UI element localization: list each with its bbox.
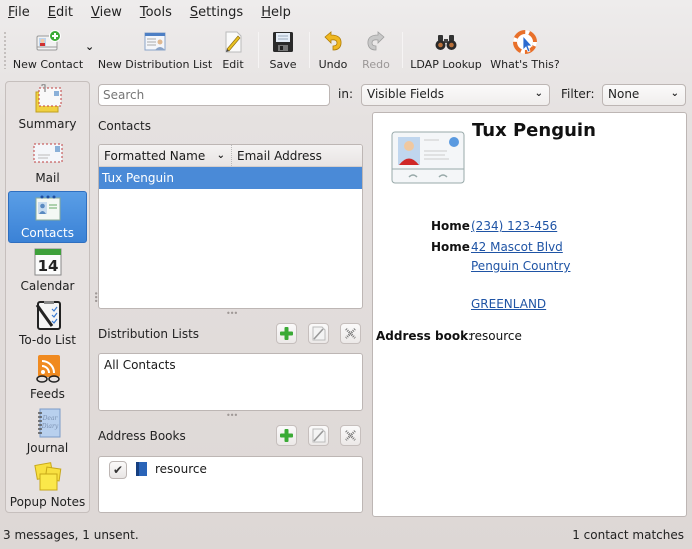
search-in-label: in: bbox=[338, 87, 353, 101]
filter-label: Filter: bbox=[561, 87, 595, 101]
add-distribution-list-button[interactable] bbox=[276, 323, 297, 344]
filter-select[interactable]: None ⌄ bbox=[602, 84, 686, 106]
edit-pencil-icon bbox=[312, 428, 326, 443]
save-floppy-icon bbox=[271, 30, 295, 54]
delete-address-book-button[interactable] bbox=[340, 425, 361, 446]
address-label: Home bbox=[431, 240, 470, 254]
redo-button[interactable]: Redo bbox=[359, 26, 393, 72]
distribution-lists-list: All Contacts bbox=[98, 353, 363, 411]
splitter-handle[interactable]: ••• bbox=[226, 309, 238, 318]
contact-row[interactable]: Tux Penguin bbox=[99, 167, 362, 189]
contacts-addressbook-icon bbox=[32, 193, 64, 223]
sidebar-item-feeds[interactable]: Feeds bbox=[8, 353, 87, 405]
sidebar-item-summary[interactable]: Summary bbox=[8, 83, 87, 135]
menu-bar: File Edit View Tools Settings Help bbox=[0, 0, 692, 24]
sidebar-item-mail[interactable]: Mail bbox=[8, 137, 87, 189]
edit-address-book-button[interactable] bbox=[308, 425, 329, 446]
toolbar-separator bbox=[258, 32, 259, 68]
sidebar-item-todo-list[interactable]: To-do List bbox=[8, 299, 87, 351]
status-message: 3 messages, 1 unsent. bbox=[3, 528, 139, 542]
undo-button[interactable]: Undo bbox=[316, 26, 350, 72]
distribution-list-item[interactable]: All Contacts bbox=[99, 354, 362, 376]
search-input[interactable] bbox=[98, 84, 330, 106]
new-contact-button[interactable]: New Contact bbox=[12, 26, 84, 72]
add-address-book-button[interactable] bbox=[276, 425, 297, 446]
search-field-select[interactable]: Visible Fields ⌄ bbox=[361, 84, 550, 106]
menu-tools[interactable]: Tools bbox=[140, 5, 172, 20]
svg-text:14: 14 bbox=[37, 257, 58, 275]
edit-button[interactable]: Edit bbox=[216, 26, 250, 72]
contacts-section-label: Contacts bbox=[98, 119, 151, 133]
distribution-lists-label: Distribution Lists bbox=[98, 327, 200, 341]
menu-file[interactable]: File bbox=[8, 5, 30, 20]
address-book-field-label: Address book: bbox=[376, 329, 473, 343]
ldap-lookup-button[interactable]: LDAP Lookup bbox=[410, 26, 482, 72]
whats-this-button[interactable]: What's This? bbox=[489, 26, 561, 72]
splitter-handle[interactable]: ••• bbox=[226, 411, 238, 420]
edit-distribution-list-button[interactable] bbox=[308, 323, 329, 344]
calendar-icon: 14 bbox=[32, 246, 64, 276]
contacts-list: Formatted Name ⌄ Email Address Tux Pengu… bbox=[98, 144, 363, 309]
toolbar-grip[interactable] bbox=[4, 31, 6, 69]
contacts-list-header: Formatted Name ⌄ Email Address bbox=[99, 145, 362, 167]
column-header-email-address[interactable]: Email Address bbox=[232, 145, 362, 166]
address-book-icon bbox=[135, 461, 148, 480]
delete-distribution-list-button[interactable] bbox=[340, 323, 361, 344]
address-books-list: ✔ resource bbox=[98, 456, 363, 513]
navigator-sidebar: Summary Mail Contacts 14 Calendar To-do … bbox=[5, 81, 90, 513]
phone-label: Home bbox=[431, 219, 470, 233]
undo-arrow-icon bbox=[321, 30, 345, 54]
sidebar-item-popup-notes[interactable]: Popup Notes bbox=[8, 461, 87, 513]
svg-text:Diary: Diary bbox=[40, 423, 58, 430]
chevron-down-icon: ⌄ bbox=[670, 88, 679, 99]
edit-pencil-icon bbox=[221, 30, 245, 54]
binoculars-icon bbox=[434, 30, 458, 54]
address-book-field-value: resource bbox=[470, 329, 522, 343]
feeds-rss-icon bbox=[32, 354, 64, 384]
mail-envelope-icon bbox=[32, 138, 64, 168]
new-distribution-list-icon bbox=[143, 30, 167, 54]
address-line-2-link[interactable]: Penguin Country bbox=[471, 259, 570, 273]
sidebar-item-contacts[interactable]: Contacts bbox=[8, 191, 87, 243]
contact-card-icon bbox=[391, 131, 465, 188]
new-contact-icon bbox=[36, 30, 61, 54]
toolbar-separator bbox=[402, 32, 403, 68]
menu-settings[interactable]: Settings bbox=[190, 5, 243, 20]
delete-x-icon bbox=[345, 328, 356, 339]
popup-notes-icon bbox=[32, 462, 64, 492]
plus-icon bbox=[280, 429, 293, 442]
new-contact-dropdown-chevron-icon[interactable]: ⌄ bbox=[85, 40, 94, 53]
save-button[interactable]: Save bbox=[266, 26, 300, 72]
contact-detail-pane: Tux Penguin Home (234) 123-456 Home 42 M… bbox=[372, 112, 687, 517]
menu-view[interactable]: View bbox=[91, 5, 122, 20]
edit-pencil-icon bbox=[312, 326, 326, 341]
toolbar-separator bbox=[309, 32, 310, 68]
menu-help[interactable]: Help bbox=[261, 5, 291, 20]
sidebar-item-calendar[interactable]: 14 Calendar bbox=[8, 245, 87, 297]
todo-clipboard-icon bbox=[32, 300, 64, 330]
sort-chevron-icon: ⌄ bbox=[216, 150, 225, 161]
main-toolbar: New Contact ⌄ New Distribution List Edit… bbox=[0, 26, 692, 74]
journal-diary-icon: Dear Diary bbox=[32, 408, 64, 438]
address-line-1-link[interactable]: 42 Mascot Blvd bbox=[471, 240, 563, 254]
address-book-checkbox[interactable]: ✔ bbox=[109, 461, 127, 479]
new-distribution-list-button[interactable]: New Distribution List bbox=[98, 26, 212, 72]
contact-match-count: 1 contact matches bbox=[572, 528, 684, 542]
delete-x-icon bbox=[345, 430, 356, 441]
svg-text:Dear: Dear bbox=[41, 415, 58, 422]
summary-icon bbox=[32, 83, 64, 114]
chevron-down-icon: ⌄ bbox=[534, 88, 543, 99]
vertical-splitter-handle[interactable]: ••• bbox=[91, 291, 100, 302]
address-books-label: Address Books bbox=[98, 429, 186, 443]
menu-edit[interactable]: Edit bbox=[48, 5, 73, 20]
whats-this-help-icon bbox=[513, 30, 537, 54]
contact-name-heading: Tux Penguin bbox=[472, 120, 596, 141]
address-country-link[interactable]: GREENLAND bbox=[471, 297, 546, 311]
sidebar-item-journal[interactable]: Dear Diary Journal bbox=[8, 407, 87, 459]
address-book-label: resource bbox=[155, 462, 207, 476]
plus-icon bbox=[280, 327, 293, 340]
column-header-formatted-name[interactable]: Formatted Name ⌄ bbox=[99, 145, 232, 166]
phone-link[interactable]: (234) 123-456 bbox=[471, 219, 557, 233]
redo-arrow-icon bbox=[364, 30, 388, 54]
